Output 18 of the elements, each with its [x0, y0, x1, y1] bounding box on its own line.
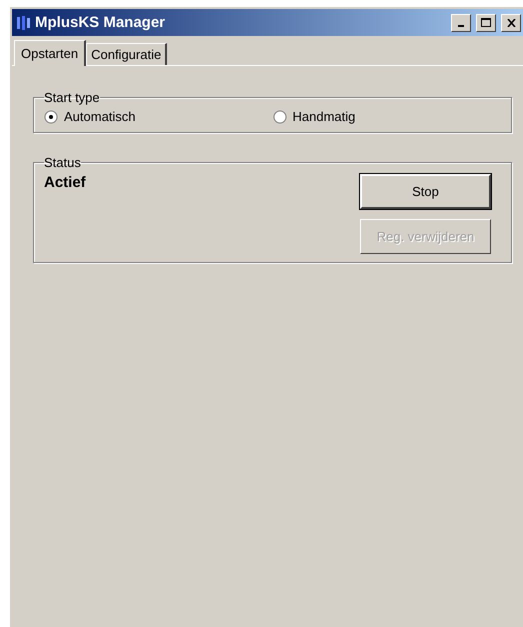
status-value: Actief	[44, 174, 86, 191]
maximize-button[interactable]	[476, 14, 496, 32]
app-icon	[16, 14, 32, 30]
maximize-icon	[481, 18, 491, 27]
radio-label[interactable]: Handmatig	[292, 109, 356, 124]
tab[interactable]: Opstarten	[14, 40, 86, 66]
minimize-button[interactable]	[451, 14, 471, 32]
radio-label[interactable]: Automatisch	[64, 109, 136, 124]
group-title: Status	[44, 155, 81, 170]
radio-button[interactable]	[272, 110, 286, 124]
minimize-icon	[458, 24, 464, 26]
radio-button[interactable]	[44, 110, 58, 124]
close-button[interactable]	[501, 14, 521, 32]
window-title: MplusKS Manager	[35, 14, 166, 31]
close-icon	[506, 18, 516, 26]
action-button[interactable]: Stop	[360, 174, 491, 209]
group-title: Start type	[44, 90, 100, 105]
tab[interactable]: Configuratie	[86, 43, 168, 65]
